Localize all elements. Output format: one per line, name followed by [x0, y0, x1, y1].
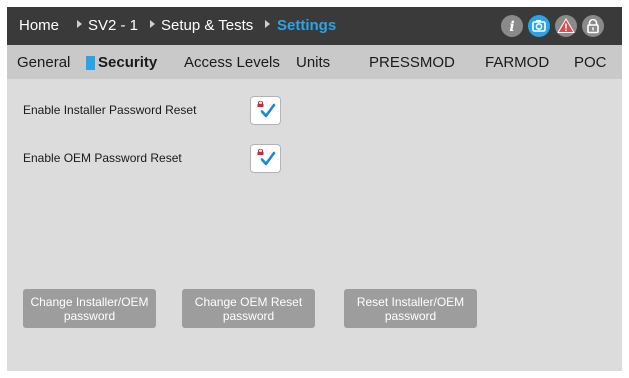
oem-password-reset-checkbox[interactable]: [250, 144, 281, 173]
breadcrumb-separator-icon: [150, 20, 155, 28]
breadcrumb-home[interactable]: Home: [19, 17, 59, 35]
oem-password-reset-label: Enable OEM Password Reset: [23, 151, 182, 165]
breadcrumb-setup-tests[interactable]: Setup & Tests: [161, 17, 253, 35]
tab-access-levels[interactable]: Access Levels: [184, 54, 280, 72]
info-icon[interactable]: i: [501, 15, 523, 37]
lock-icon[interactable]: [582, 15, 604, 37]
tab-units[interactable]: Units: [296, 54, 330, 72]
active-tab-indicator: [86, 56, 95, 70]
camera-icon[interactable]: [528, 15, 550, 37]
warning-icon[interactable]: [555, 15, 577, 37]
change-oem-reset-password-button[interactable]: Change OEM Reset password: [182, 289, 315, 328]
tab-general[interactable]: General: [17, 54, 70, 72]
installer-password-reset-checkbox[interactable]: [250, 96, 281, 125]
tab-security[interactable]: Security: [98, 54, 157, 72]
installer-password-reset-label: Enable Installer Password Reset: [23, 103, 197, 117]
tab-poc[interactable]: POC: [574, 54, 607, 72]
settings-tab-bar: General Security Access Levels Units PRE…: [7, 45, 622, 79]
check-icon: [260, 151, 276, 166]
breadcrumb-separator-icon: [265, 20, 270, 28]
breadcrumb-settings: Settings: [277, 17, 337, 34]
header-bar: Home SV2 - 1 Setup & Tests Settings i: [7, 7, 622, 45]
change-installer-oem-password-button[interactable]: Change Installer/OEM password: [23, 289, 156, 328]
tab-farmod[interactable]: FARMOD: [485, 54, 549, 72]
tab-pressmod[interactable]: PRESSMOD: [369, 54, 455, 72]
app-frame: Home SV2 - 1 Setup & Tests Settings i Ge…: [7, 7, 622, 371]
check-icon: [260, 103, 276, 118]
reset-installer-oem-password-button[interactable]: Reset Installer/OEM password: [344, 289, 477, 328]
breadcrumb-separator-icon: [77, 20, 82, 28]
svg-text:i: i: [509, 19, 514, 35]
breadcrumb-controller[interactable]: SV2 - 1: [88, 17, 138, 35]
